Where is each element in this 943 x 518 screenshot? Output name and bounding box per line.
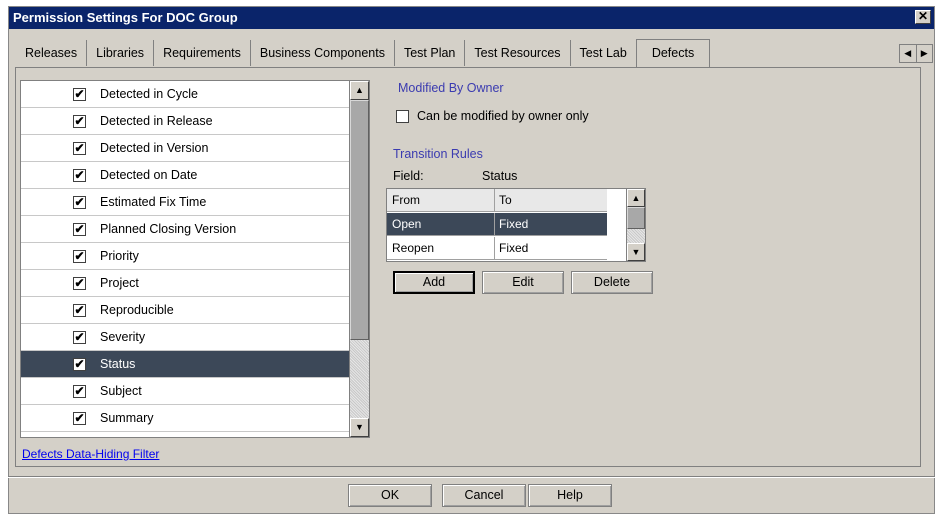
list-item[interactable]: ✔ Detected in Version <box>21 135 349 162</box>
field-checkbox[interactable]: ✔ <box>73 304 86 317</box>
scrollbar-thumb[interactable] <box>350 100 369 340</box>
field-checkbox[interactable]: ✔ <box>73 358 86 371</box>
field-checkbox[interactable]: ✔ <box>73 88 86 101</box>
owner-only-label: Can be modified by owner only <box>417 109 589 123</box>
tab-requirements[interactable]: Requirements <box>153 40 250 66</box>
field-label: Field: <box>393 169 424 183</box>
row-to: Fixed <box>499 241 529 255</box>
row-from: Open <box>392 217 422 231</box>
field-checkbox[interactable]: ✔ <box>73 196 86 209</box>
field-label: Detected in Release <box>100 114 213 128</box>
list-item[interactable]: ✔ Subject <box>21 378 349 405</box>
scroll-up-icon[interactable]: ▲ <box>627 189 645 207</box>
grid-scrollbar-thumb[interactable] <box>627 207 645 229</box>
field-checkbox[interactable]: ✔ <box>73 412 86 425</box>
scroll-right-icon[interactable]: ▶ <box>917 45 933 62</box>
field-label: Estimated Fix Time <box>100 195 207 209</box>
list-item[interactable]: ✔ Priority <box>21 243 349 270</box>
field-checkbox[interactable]: ✔ <box>73 169 86 182</box>
dialog-titlebar: Permission Settings For DOC Group ✕ <box>9 7 934 29</box>
field-label: Summary <box>100 411 154 425</box>
scroll-left-icon[interactable]: ◀ <box>900 45 917 62</box>
cancel-button[interactable]: Cancel <box>442 484 526 507</box>
help-button[interactable]: Help <box>528 484 612 507</box>
scroll-down-icon[interactable]: ▼ <box>627 243 645 261</box>
tab-test-lab[interactable]: Test Lab <box>569 40 636 66</box>
scroll-up-icon[interactable]: ▲ <box>350 81 369 100</box>
field-label: Reproducible <box>100 303 174 317</box>
list-item[interactable]: ✔ Project <box>21 270 349 297</box>
fields-list-scrollbar[interactable]: ▲ ▼ <box>349 81 369 437</box>
field-label: Detected in Cycle <box>100 87 198 101</box>
field-label: Detected in Version <box>100 141 209 155</box>
table-row[interactable]: Open Fixed <box>387 213 607 236</box>
list-item[interactable]: ✔ Planned Closing Version <box>21 216 349 243</box>
delete-button[interactable]: Delete <box>571 271 653 294</box>
ok-button[interactable]: OK <box>348 484 432 507</box>
field-label: Detected on Date <box>100 168 198 182</box>
tab-scroll-buttons: ◀ ▶ <box>899 44 933 63</box>
field-label: Subject <box>100 384 142 398</box>
field-label: Priority <box>100 249 139 263</box>
list-item[interactable]: ✔ Detected on Date <box>21 162 349 189</box>
list-item[interactable]: ✔ Detected in Release <box>21 108 349 135</box>
edit-button[interactable]: Edit <box>482 271 564 294</box>
list-item[interactable]: ✔ Detected in Cycle <box>21 81 349 108</box>
field-checkbox[interactable]: ✔ <box>73 115 86 128</box>
grid-scrollbar[interactable]: ▲ ▼ <box>626 189 645 261</box>
grid-header: From To <box>387 189 607 212</box>
list-item[interactable]: ✔ Status <box>21 351 349 378</box>
field-checkbox[interactable]: ✔ <box>73 331 86 344</box>
field-checkbox[interactable]: ✔ <box>73 385 86 398</box>
field-label: Severity <box>100 330 146 344</box>
add-button[interactable]: Add <box>393 271 475 294</box>
list-item[interactable]: ✔ Severity <box>21 324 349 351</box>
tab-defects[interactable]: Defects <box>635 39 711 67</box>
tab-libraries[interactable]: Libraries <box>86 40 153 66</box>
field-label: Project <box>100 276 139 290</box>
row-from: Reopen <box>392 241 435 255</box>
modified-by-owner-title: Modified By Owner <box>398 81 504 95</box>
row-to: Fixed <box>499 217 529 231</box>
owner-only-checkbox[interactable] <box>396 110 409 123</box>
module-tabs: Releases Libraries Requirements Business… <box>17 39 711 67</box>
field-checkbox[interactable]: ✔ <box>73 250 86 263</box>
column-from: From <box>392 193 420 207</box>
transition-rules-title: Transition Rules <box>393 147 483 161</box>
transition-rules-grid: From To Open Fixed Reopen Fixed ▲ ▼ <box>386 188 646 262</box>
field-label: Status <box>100 357 136 371</box>
list-item[interactable]: ✔ Estimated Fix Time <box>21 189 349 216</box>
field-checkbox[interactable]: ✔ <box>73 277 86 290</box>
tab-releases[interactable]: Releases <box>17 40 86 66</box>
table-row[interactable]: Reopen Fixed <box>387 237 607 260</box>
column-to: To <box>499 193 512 207</box>
close-icon[interactable]: ✕ <box>915 10 931 24</box>
data-hiding-filter-link[interactable]: Defects Data-Hiding Filter <box>22 447 159 461</box>
field-checkbox[interactable]: ✔ <box>73 142 86 155</box>
fields-list[interactable]: ✔ Summary ✔ Subject ✔ Status ✔ Severity ✔ Reprodu… <box>20 80 370 438</box>
dialog-title: Permission Settings For DOC Group <box>13 10 238 25</box>
footer-separator <box>8 476 935 478</box>
list-item[interactable]: ✔ Summary <box>21 405 349 432</box>
field-label: Planned Closing Version <box>100 222 237 236</box>
tab-test-resources[interactable]: Test Resources <box>464 40 569 66</box>
field-checkbox[interactable]: ✔ <box>73 223 86 236</box>
field-value: Status <box>482 169 518 183</box>
scroll-down-icon[interactable]: ▼ <box>350 418 369 437</box>
tab-test-plan[interactable]: Test Plan <box>393 40 464 66</box>
tab-business-components[interactable]: Business Components <box>249 40 394 66</box>
list-item[interactable]: ✔ Reproducible <box>21 297 349 324</box>
